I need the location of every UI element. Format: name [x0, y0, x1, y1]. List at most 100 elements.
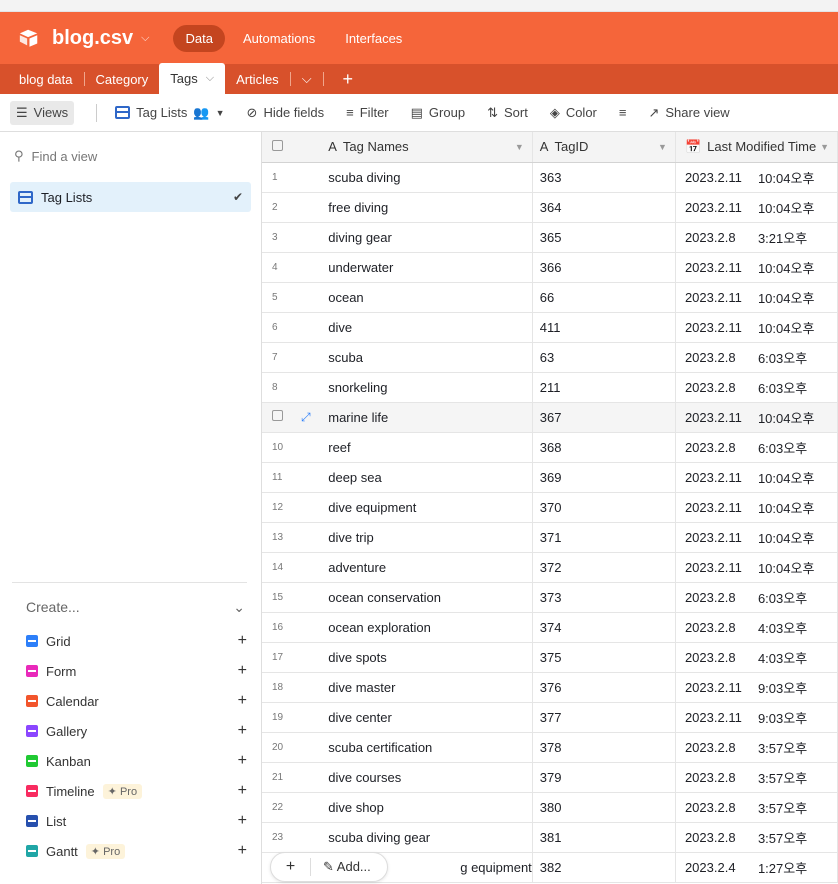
tab-articles[interactable]: Articles	[225, 64, 302, 94]
table-row[interactable]: 22 dive shop 380 2023.2.8 3:57오후	[262, 792, 838, 823]
modified-date-cell[interactable]: 2023.2.8	[675, 582, 758, 613]
caret-down-icon[interactable]: ▼	[658, 142, 667, 152]
tagid-cell[interactable]: 366	[532, 252, 676, 283]
modified-time-cell[interactable]: 6:03오후	[757, 432, 838, 463]
tag-name-cell[interactable]: scuba diving	[320, 162, 533, 193]
create-timeline-button[interactable]: Timeline ✦ Pro +	[12, 776, 247, 806]
tag-name-cell[interactable]: snorkeling	[320, 372, 533, 403]
row-checkbox[interactable]	[272, 409, 283, 421]
modified-date-cell[interactable]: 2023.2.8	[675, 642, 758, 673]
tagid-cell[interactable]: 373	[532, 582, 676, 613]
row-number-cell[interactable]: 12	[262, 492, 321, 523]
modified-time-cell[interactable]: 3:57오후	[757, 762, 838, 793]
modified-date-cell[interactable]: 2023.2.8	[675, 432, 758, 463]
tagid-cell[interactable]: 382	[532, 852, 676, 883]
table-row[interactable]: 1 scuba diving 363 2023.2.11 10:04오후	[262, 162, 838, 193]
table-row[interactable]: 6 dive 411 2023.2.11 10:04오후	[262, 312, 838, 343]
table-row[interactable]: 8 snorkeling 211 2023.2.8 6:03오후	[262, 372, 838, 403]
sort-button[interactable]: ⇅ Sort	[487, 105, 528, 121]
tagid-cell[interactable]: 365	[532, 222, 676, 253]
tag-name-cell[interactable]: ocean exploration	[320, 612, 533, 643]
caret-down-icon[interactable]: ▼	[820, 142, 829, 152]
modified-time-cell[interactable]: 6:03오후	[757, 372, 838, 403]
modified-time-cell[interactable]: 10:04오후	[757, 252, 838, 283]
modified-time-cell[interactable]: 10:04오후	[757, 402, 838, 433]
sidebar-item-tag-lists[interactable]: Tag Lists ✔	[10, 182, 251, 212]
tagid-cell[interactable]: 368	[532, 432, 676, 463]
table-row[interactable]: 2 free diving 364 2023.2.11 10:04오후	[262, 192, 838, 223]
row-number-cell[interactable]: 2	[262, 192, 321, 223]
tagid-cell[interactable]: 369	[532, 462, 676, 493]
tag-name-cell[interactable]: ocean	[320, 282, 533, 313]
row-number-cell[interactable]: 19	[262, 702, 321, 733]
current-view-button[interactable]: Tag Lists 👥 ▼	[115, 105, 225, 121]
table-row[interactable]: 13 dive trip 371 2023.2.11 10:04오후	[262, 522, 838, 553]
table-row[interactable]: 7 scuba 63 2023.2.8 6:03오후	[262, 342, 838, 373]
tag-name-cell[interactable]: reef	[320, 432, 533, 463]
tag-name-cell[interactable]: marine life	[320, 402, 533, 433]
modified-date-cell[interactable]: 2023.2.11	[675, 192, 758, 223]
tagid-cell[interactable]: 411	[532, 312, 676, 343]
views-button[interactable]: ☰ Views	[10, 100, 75, 125]
chevron-down-icon[interactable]: ⌵	[206, 72, 214, 85]
row-number-cell[interactable]: 8	[262, 372, 321, 403]
tab-category[interactable]: Category	[96, 64, 160, 94]
row-number-cell[interactable]: 1	[262, 162, 321, 193]
tagid-cell[interactable]: 371	[532, 522, 676, 553]
table-row[interactable]: 15 ocean conservation 373 2023.2.8 6:03오후	[262, 582, 838, 613]
tag-name-cell[interactable]: dive courses	[320, 762, 533, 793]
tag-name-cell[interactable]: deep sea	[320, 462, 533, 493]
modified-time-cell[interactable]: 9:03오후	[757, 702, 838, 733]
row-number-cell[interactable]: 21	[262, 762, 321, 793]
modified-time-cell[interactable]: 6:03오후	[757, 582, 838, 613]
chevron-down-icon[interactable]: ⌵	[141, 32, 149, 45]
modified-time-cell[interactable]: 10:04오후	[757, 552, 838, 583]
modified-time-cell[interactable]: 10:04오후	[757, 282, 838, 313]
tagid-cell[interactable]: 378	[532, 732, 676, 763]
create-list-button[interactable]: List +	[12, 806, 247, 836]
modified-time-cell[interactable]: 1:27오후	[757, 852, 838, 883]
tag-name-cell[interactable]: dive master	[320, 672, 533, 703]
tag-name-cell[interactable]: dive spots	[320, 642, 533, 673]
table-row[interactable]: 19 dive center 377 2023.2.11 9:03오후	[262, 702, 838, 733]
tagid-cell[interactable]: 372	[532, 552, 676, 583]
hide-fields-button[interactable]: ⊘ Hide fields	[247, 105, 325, 121]
row-number-cell[interactable]: 14	[262, 552, 321, 583]
modified-time-cell[interactable]: 3:57오후	[757, 792, 838, 823]
create-gallery-button[interactable]: Gallery +	[12, 716, 247, 746]
create-calendar-button[interactable]: Calendar +	[12, 686, 247, 716]
tagid-cell[interactable]: 63	[532, 342, 676, 373]
modified-date-cell[interactable]: 2023.2.8	[675, 372, 758, 403]
tag-name-cell[interactable]: dive center	[320, 702, 533, 733]
expand-record-icon[interactable]: ⤢	[301, 410, 311, 424]
tagid-cell[interactable]: 381	[532, 822, 676, 853]
modified-time-cell[interactable]: 10:04오후	[757, 522, 838, 553]
modified-date-cell[interactable]: 2023.2.8	[675, 732, 758, 763]
modified-time-cell[interactable]: 10:04오후	[757, 492, 838, 523]
color-button[interactable]: ◈ Color	[550, 105, 597, 121]
find-view-input[interactable]: ⚲ Find a view	[0, 132, 261, 164]
create-gantt-button[interactable]: Gantt ✦ Pro +	[12, 836, 247, 866]
row-number-cell[interactable]: 22	[262, 792, 321, 823]
tag-name-cell[interactable]: scuba certification	[320, 732, 533, 763]
table-row[interactable]: 17 dive spots 375 2023.2.8 4:03오후	[262, 642, 838, 673]
tag-name-cell[interactable]: adventure	[320, 552, 533, 583]
tag-name-cell[interactable]: dive	[320, 312, 533, 343]
modified-date-cell[interactable]: 2023.2.11	[675, 672, 758, 703]
create-form-button[interactable]: Form +	[12, 656, 247, 686]
column-header-last-modified[interactable]: 📅 Last Modified Time ▼	[675, 132, 838, 163]
row-number-cell[interactable]: 17	[262, 642, 321, 673]
more-tables-button[interactable]: ⌵	[302, 64, 335, 94]
table-row[interactable]: 4 underwater 366 2023.2.11 10:04오후	[262, 252, 838, 283]
tag-name-cell[interactable]: scuba	[320, 342, 533, 373]
row-number-cell[interactable]: 13	[262, 522, 321, 553]
share-view-button[interactable]: ↗ Share view	[648, 105, 729, 121]
modified-date-cell[interactable]: 2023.2.8	[675, 222, 758, 253]
filter-button[interactable]: ≡ Filter	[346, 105, 388, 120]
tag-name-cell[interactable]: dive shop	[320, 792, 533, 823]
create-kanban-button[interactable]: Kanban +	[12, 746, 247, 776]
create-view-toggle[interactable]: Create... ⌄	[12, 583, 247, 626]
modified-time-cell[interactable]: 3:21오후	[757, 222, 838, 253]
table-row[interactable]: 23 scuba diving gear 381 2023.2.8 3:57오후	[262, 822, 838, 853]
row-number-cell[interactable]: 3	[262, 222, 321, 253]
